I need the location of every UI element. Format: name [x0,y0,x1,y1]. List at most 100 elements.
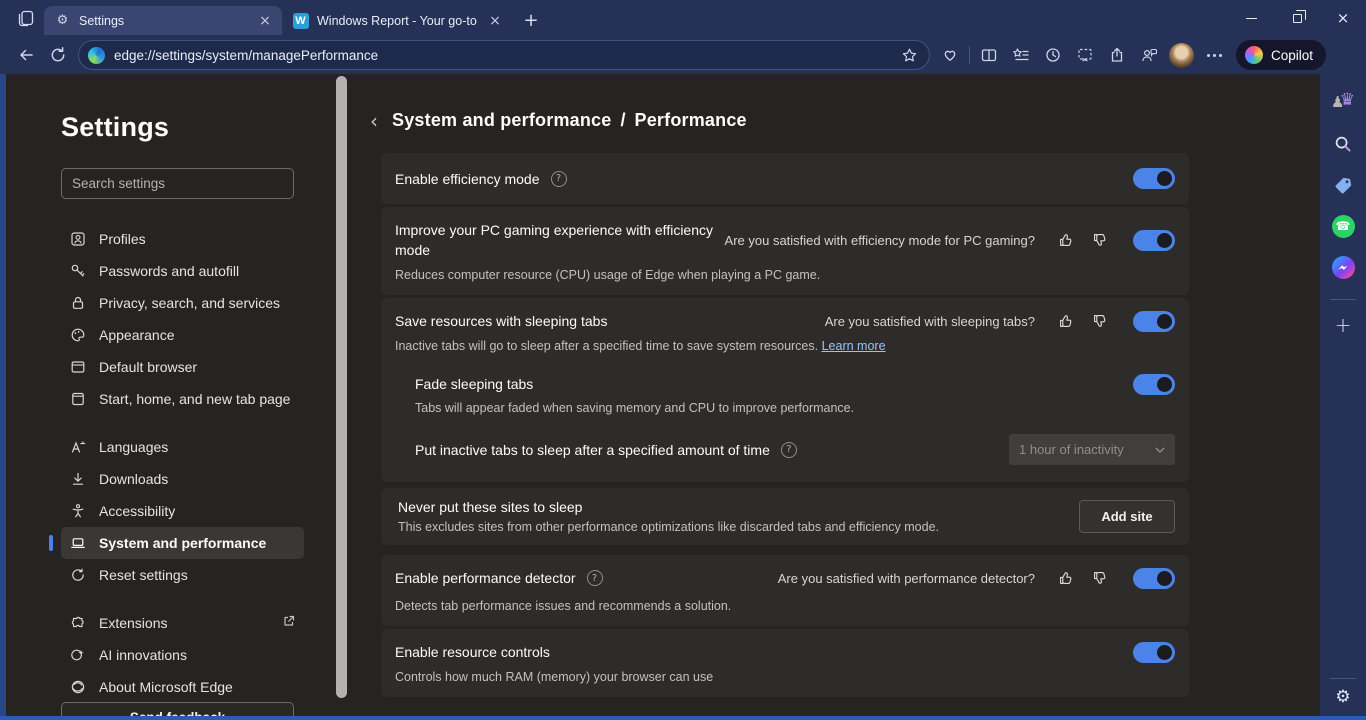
sidebar-item-default-browser[interactable]: Default browser [61,351,304,383]
tab-label: Settings [79,14,250,28]
sleep-timer-dropdown[interactable]: 1 hour of inactivity [1009,434,1175,465]
customize-sidebar-button[interactable]: + [1328,310,1358,340]
sidebar-item-appearance[interactable]: Appearance [61,319,304,351]
sleep-timer-value: 1 hour of inactivity [1019,442,1124,457]
settings-sidebar: Settings Profiles Passwords and autofill [6,74,336,720]
key-icon [69,263,86,280]
url-text[interactable]: edge://settings/system/managePerformance [114,48,895,63]
thumbs-up-icon[interactable] [1058,232,1074,248]
card-sleeping-tabs: Save resources with sleeping tabs Are yo… [381,298,1189,482]
sidebar-item-accessibility[interactable]: Accessibility [61,495,304,527]
minimize-button[interactable] [1228,0,1274,36]
palette-icon [69,327,86,344]
help-icon[interactable]: ? [551,171,567,187]
browser-window-icon [69,359,86,376]
copilot-button[interactable]: Copilot [1236,40,1326,70]
accessibility-icon [69,503,86,520]
whatsapp-button[interactable]: ☎ [1328,211,1358,241]
tab-settings[interactable]: ⚙ Settings × [44,6,282,35]
tab-label: Windows Report - Your go-to sou [317,14,480,28]
feedback-question: Are you satisfied with sleeping tabs? [825,314,1035,329]
sidebar-item-reset-settings[interactable]: Reset settings [61,559,304,591]
profile-avatar[interactable] [1169,43,1194,68]
back-button[interactable] [10,40,42,70]
favorites-button[interactable] [1005,40,1037,70]
window-frame-bottom [0,716,1366,720]
share-button[interactable] [1101,40,1133,70]
history-icon [1044,46,1062,64]
breadcrumb-current: Performance [635,110,747,131]
tab-close-icon[interactable]: × [486,12,504,30]
setting-title: Never put these sites to sleep [398,499,939,515]
fade-sleeping-tabs-toggle[interactable] [1133,374,1175,395]
browser-essentials-button[interactable] [934,40,966,70]
feedback-button[interactable] [1133,40,1165,70]
sleeping-tabs-toggle[interactable] [1133,311,1175,332]
sidebar-item-ai-innovations[interactable]: AI innovations [61,639,304,671]
help-icon[interactable]: ? [781,442,797,458]
favorite-this-page-button[interactable] [895,40,923,70]
sidebar-item-profiles[interactable]: Profiles [61,223,304,255]
thumbs-up-icon[interactable] [1058,570,1074,586]
setting-subtitle: Reduces computer resource (CPU) usage of… [395,268,1175,282]
settings-gear-favicon: ⚙ [54,12,71,29]
share-icon [1108,46,1126,64]
history-button[interactable] [1037,40,1069,70]
workspaces-button[interactable] [8,4,44,32]
messenger-button[interactable] [1328,252,1358,282]
settings-cards: Enable efficiency mode ? Improve your PC… [381,153,1189,697]
thumbs-down-icon[interactable] [1092,570,1108,586]
gaming-efficiency-toggle[interactable] [1133,230,1175,251]
toolbar-divider [969,46,970,64]
resource-controls-toggle[interactable] [1133,642,1175,663]
settings-scrollbar[interactable] [336,76,347,698]
close-button[interactable]: × [1320,0,1366,36]
sidebar-item-downloads[interactable]: Downloads [61,463,304,495]
sidebar-item-extensions[interactable]: Extensions [61,607,304,639]
performance-detector-toggle[interactable] [1133,568,1175,589]
copilot-label: Copilot [1271,48,1313,63]
refresh-button[interactable] [42,40,74,70]
address-bar[interactable]: edge://settings/system/managePerformance [78,40,930,70]
setting-title: Enable efficiency mode [395,171,540,187]
thumbs-down-icon[interactable] [1092,313,1108,329]
breadcrumb-back-icon[interactable]: ‹ [370,111,392,131]
web-capture-icon [1076,46,1094,64]
web-capture-button[interactable] [1069,40,1101,70]
sidebar-item-about-edge[interactable]: About Microsoft Edge [61,671,304,703]
restore-button[interactable] [1274,0,1320,36]
settings-and-more-button[interactable] [1198,40,1230,70]
edge-sidebar: ♟ ♛ ☎ + ⚙ [1320,74,1366,720]
add-site-button[interactable]: Add site [1079,500,1175,533]
tab-windows-report[interactable]: W Windows Report - Your go-to sou × [282,6,512,35]
split-screen-button[interactable] [973,40,1005,70]
star-icon [901,47,918,64]
sidebar-item-start-home[interactable]: Start, home, and new tab page [61,383,304,415]
sidebar-item-passwords[interactable]: Passwords and autofill [61,255,304,287]
setting-subtitle: Detects tab performance issues and recom… [395,599,1175,613]
chevron-down-icon [1155,447,1165,453]
thumbs-up-icon[interactable] [1058,313,1074,329]
copilot-logo-icon [1245,46,1263,64]
efficiency-mode-toggle[interactable] [1133,168,1175,189]
games-chess-button[interactable]: ♟ ♛ [1328,88,1358,118]
learn-more-link[interactable]: Learn more [822,339,886,353]
sidebar-search-button[interactable] [1328,129,1358,159]
help-icon[interactable]: ? [587,570,603,586]
tab-close-icon[interactable]: × [256,12,274,30]
search-settings-input[interactable] [61,168,294,199]
ellipsis-icon [1207,54,1222,57]
thumbs-down-icon[interactable] [1092,232,1108,248]
settings-content: ‹ System and performance / Performance E… [336,74,1320,720]
setting-title: Save resources with sleeping tabs [395,313,607,329]
new-tab-button[interactable]: + [518,7,544,33]
sidebar-item-privacy[interactable]: Privacy, search, and services [61,287,304,319]
shopping-button[interactable] [1328,170,1358,200]
sidebar-item-languages[interactable]: Languages [61,431,304,463]
plus-icon: + [1335,313,1352,337]
sidebar-item-system-performance[interactable]: System and performance [61,527,304,559]
windows-report-favicon: W [293,13,309,29]
languages-icon [69,439,86,456]
breadcrumb-parent[interactable]: System and performance [392,110,611,131]
sidebar-settings-button[interactable]: ⚙ [1335,689,1350,706]
